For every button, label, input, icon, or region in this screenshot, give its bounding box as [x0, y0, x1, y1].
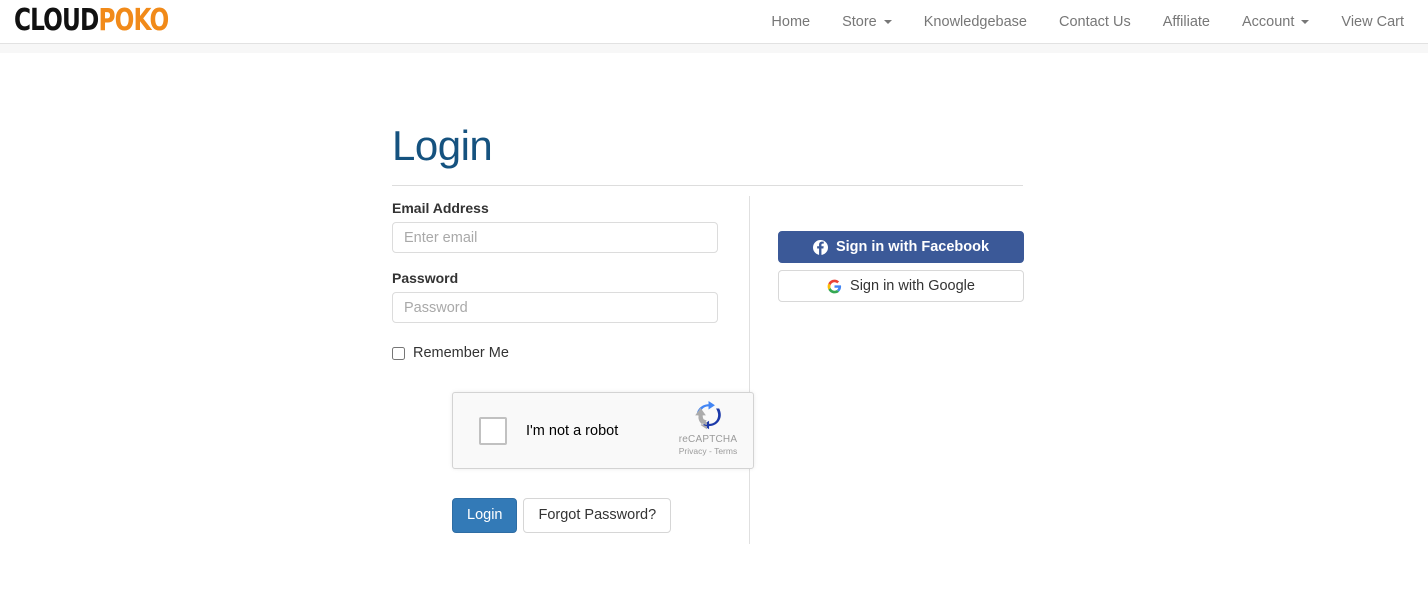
login-columns: Email Address Password Remember Me I'm n…	[392, 196, 1024, 544]
social-login-column: Sign in with Facebook Sign in with Googl…	[749, 200, 1024, 533]
login-container: Login Email Address Password Remember Me	[392, 120, 1024, 544]
recaptcha-link-separator: -	[709, 446, 712, 456]
login-button[interactable]: Login	[452, 498, 518, 533]
nav-item-store[interactable]: Store	[826, 0, 908, 44]
title-divider	[392, 185, 1023, 186]
password-field-group: Password	[392, 270, 718, 323]
email-input[interactable]	[392, 222, 718, 253]
recaptcha-label: I'm not a robot	[526, 422, 619, 439]
google-signin-label: Sign in with Google	[850, 278, 975, 294]
recaptcha-privacy-link[interactable]: Privacy	[679, 446, 707, 456]
nav-item-contact-us[interactable]: Contact Us	[1043, 0, 1147, 44]
nav-item-label: Knowledgebase	[923, 14, 1027, 30]
recaptcha-terms-link[interactable]: Terms	[714, 446, 737, 456]
nav-item-knowledgebase[interactable]: Knowledgebase	[908, 0, 1043, 44]
google-icon	[827, 279, 842, 293]
recaptcha-checkbox[interactable]	[479, 416, 507, 445]
main-navigation: Home Store Knowledgebase Contact Us Affi…	[755, 0, 1420, 44]
nav-item-label: Affiliate	[1162, 14, 1210, 30]
form-actions: Login Forgot Password?	[452, 498, 717, 533]
password-label: Password	[392, 270, 459, 286]
email-label: Email Address	[392, 200, 489, 216]
vertical-divider	[749, 196, 750, 544]
forgot-password-button[interactable]: Forgot Password?	[523, 498, 672, 533]
logo-text-poko: POKO	[98, 3, 169, 38]
recaptcha-icon	[695, 401, 721, 430]
nav-item-affiliate[interactable]: Affiliate	[1147, 0, 1226, 44]
chevron-down-icon	[883, 20, 892, 24]
remember-me-checkbox[interactable]	[392, 346, 405, 360]
page-title: Login	[392, 122, 493, 169]
login-form-column: Email Address Password Remember Me I'm n…	[392, 196, 754, 544]
facebook-signin-label: Sign in with Facebook	[835, 239, 990, 255]
nav-item-home[interactable]: Home	[755, 0, 826, 44]
remember-me-row[interactable]: Remember Me	[392, 345, 717, 361]
password-input[interactable]	[392, 292, 718, 323]
google-signin-button[interactable]: Sign in with Google	[778, 270, 1024, 302]
remember-me-label: Remember Me	[413, 345, 509, 361]
nav-item-account[interactable]: Account	[1226, 0, 1325, 44]
facebook-icon	[812, 239, 828, 255]
recaptcha-widget[interactable]: I'm not a robot reCAPTCHA Privacy - Term…	[452, 392, 754, 469]
chevron-down-icon	[1301, 20, 1310, 24]
nav-item-label: Home	[771, 14, 811, 30]
recaptcha-brand-name: reCAPTCHA	[678, 434, 738, 445]
nav-item-view-cart[interactable]: View Cart	[1325, 0, 1420, 44]
header-accent-bar	[0, 44, 1428, 54]
nav-item-label: Contact Us	[1058, 14, 1131, 30]
recaptcha-branding: reCAPTCHA Privacy - Terms	[672, 401, 744, 456]
nav-item-label: View Cart	[1341, 14, 1404, 30]
nav-item-label: Account	[1242, 14, 1295, 30]
site-logo[interactable]: CLOUDPOKO	[14, 2, 169, 40]
nav-item-label: Store	[842, 14, 877, 30]
email-field-group: Email Address	[392, 200, 718, 253]
recaptcha-links: Privacy - Terms	[672, 446, 744, 456]
site-header: CLOUDPOKO Home Store Knowledgebase Conta…	[0, 0, 1428, 44]
facebook-signin-button[interactable]: Sign in with Facebook	[778, 231, 1024, 263]
logo-text-cloud: CLOUD	[14, 3, 99, 38]
